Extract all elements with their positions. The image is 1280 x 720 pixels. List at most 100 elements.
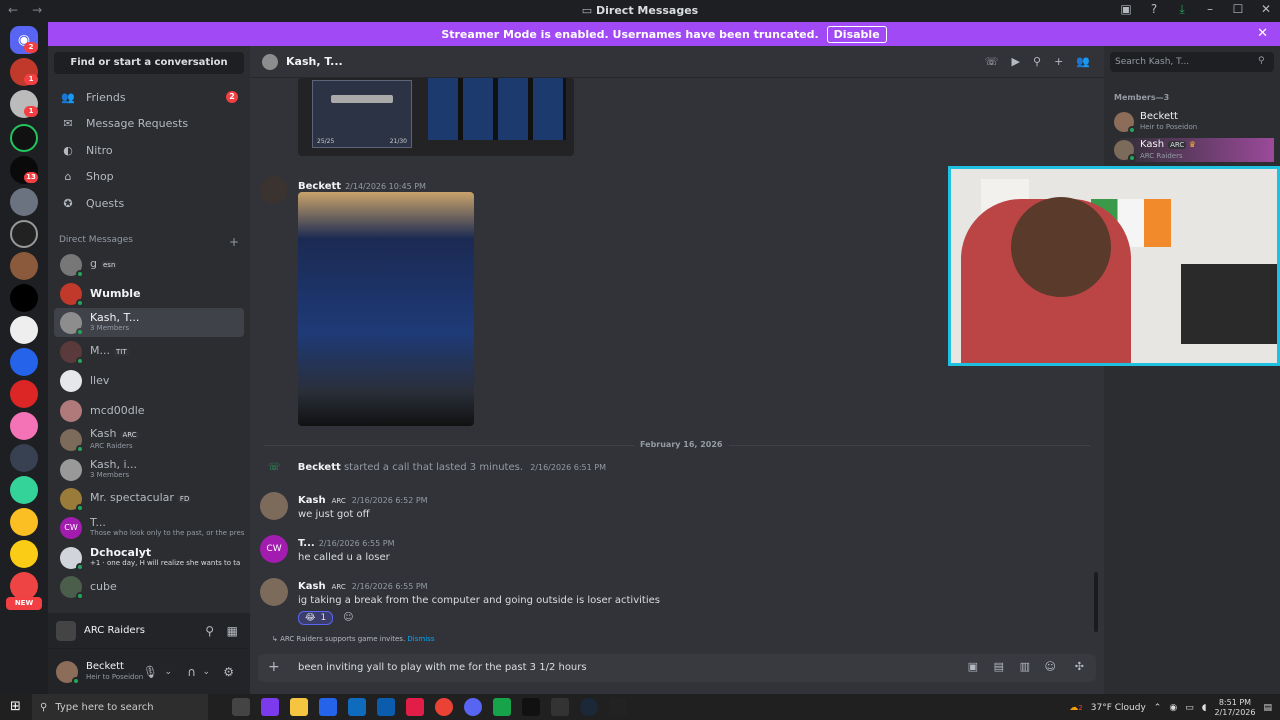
member-item[interactable]: Beckett Heir to Poseidon — [1112, 110, 1274, 134]
server-icon[interactable] — [10, 316, 38, 344]
avatar[interactable] — [260, 176, 288, 204]
dm-item[interactable]: CW T... Those who look only to the past, … — [54, 513, 244, 542]
chrome-icon[interactable] — [435, 698, 453, 716]
message-author[interactable]: Kash — [298, 495, 326, 506]
search-input[interactable]: Search Kash, T... — [1110, 52, 1274, 72]
tray-icon[interactable]: ◉ — [1169, 703, 1177, 713]
server-icon[interactable] — [10, 188, 38, 216]
reaction[interactable]: 😂 1 — [298, 611, 334, 625]
member-item[interactable]: Kash ARC ♛ ARC Raiders — [1112, 138, 1274, 162]
gif-icon[interactable]: ▤ — [994, 660, 1004, 673]
avatar[interactable] — [260, 492, 288, 520]
chevron-down-icon[interactable]: ⌄ — [202, 667, 210, 677]
dm-item[interactable]: Mr. spectacular FD — [54, 484, 244, 513]
music-icon[interactable] — [406, 698, 424, 716]
dismiss-link[interactable]: Dismiss — [407, 635, 434, 643]
message-author[interactable]: Kash — [298, 581, 326, 592]
sticker-icon[interactable]: ▥ — [1020, 660, 1030, 673]
help-icon[interactable]: ? — [1146, 2, 1162, 17]
nav-message-requests[interactable]: ✉ Message Requests — [56, 110, 246, 136]
outlook-icon[interactable] — [348, 698, 366, 716]
find-conversation-button[interactable]: Find or start a conversation — [54, 52, 244, 74]
dm-item[interactable]: Kash, i... 3 Members — [54, 455, 244, 484]
call-author[interactable]: Beckett — [298, 462, 341, 473]
message-composer[interactable]: + been inviting yall to play with me for… — [258, 654, 1096, 682]
app-icon[interactable] — [493, 698, 511, 716]
activity-bar[interactable]: ARC Raiders ⚲ ▦ — [48, 613, 250, 649]
server-icon[interactable] — [10, 124, 38, 152]
server-icon[interactable] — [10, 444, 38, 472]
microphone-icon[interactable]: 🎙 — [143, 665, 158, 679]
video-icon[interactable]: ▶ — [1012, 55, 1020, 68]
user-avatar[interactable] — [56, 660, 80, 685]
nav-shop[interactable]: ⌂ Shop — [56, 163, 246, 189]
close-window-button[interactable]: ✕ — [1258, 2, 1274, 17]
nav-friends[interactable]: 👥 Friends 2 — [56, 84, 246, 110]
tray-chevron-icon[interactable]: ⌃ — [1154, 703, 1162, 713]
server-icon[interactable] — [10, 380, 38, 408]
clock[interactable]: 8:51 PM 2/17/2026 — [1214, 698, 1255, 718]
server-icon[interactable] — [10, 412, 38, 440]
server-icon[interactable] — [10, 508, 38, 536]
avatar[interactable] — [260, 578, 288, 606]
dm-item[interactable]: cube — [54, 572, 244, 601]
invite-icon[interactable]: ▦ — [227, 624, 238, 638]
taskbar-search[interactable]: ⚲ Type here to search — [32, 694, 208, 720]
dm-item[interactable]: llev — [54, 366, 244, 395]
server-icon[interactable] — [10, 476, 38, 504]
task-view-icon[interactable] — [232, 698, 250, 716]
gift-icon[interactable]: ▣ — [968, 660, 978, 673]
close-banner-icon[interactable]: ✕ — [1257, 26, 1268, 41]
file-explorer-icon[interactable] — [290, 698, 308, 716]
server-icon[interactable] — [10, 284, 38, 312]
attachment-photo[interactable] — [298, 192, 474, 426]
add-member-icon[interactable]: + — [1054, 55, 1063, 68]
dm-item[interactable]: Wumble — [54, 279, 244, 308]
minimize-button[interactable]: – — [1202, 2, 1218, 17]
attachment-image[interactable]: 25/25 21/30 — [298, 78, 574, 156]
headphones-icon[interactable]: ∩ — [187, 665, 196, 679]
screen-share-icon[interactable]: ▣ — [1118, 2, 1134, 17]
message-author[interactable]: T... — [298, 538, 315, 549]
add-friend-icon[interactable]: ⚲ — [205, 624, 214, 638]
create-dm-icon[interactable]: + — [229, 235, 239, 249]
dm-item[interactable]: g esn — [54, 250, 244, 279]
dm-item[interactable]: mcd00dle — [54, 396, 244, 425]
apps-icon[interactable]: ✣ — [1075, 660, 1084, 673]
discord-taskbar-icon[interactable] — [464, 698, 482, 716]
maximize-button[interactable]: ☐ — [1230, 2, 1246, 17]
windows-start-icon[interactable]: ⊞ — [10, 699, 21, 714]
app-icon[interactable] — [522, 698, 540, 716]
download-icon[interactable]: ⤓ — [1174, 2, 1190, 17]
message-author[interactable]: Beckett — [298, 181, 341, 192]
news-icon[interactable] — [377, 698, 395, 716]
copilot-icon[interactable] — [261, 698, 279, 716]
server-icon[interactable] — [10, 540, 38, 568]
attach-plus-icon[interactable]: + — [268, 659, 280, 675]
scrollbar[interactable] — [1094, 572, 1098, 632]
avatar[interactable]: CW — [260, 535, 288, 563]
weather-icon[interactable]: ☁ — [1069, 703, 1078, 713]
steam-icon[interactable] — [580, 698, 598, 716]
dm-item[interactable]: M... TIT — [54, 337, 244, 366]
call-icon[interactable]: ☏ — [985, 55, 999, 68]
pin-icon[interactable]: ⚲ — [1033, 55, 1041, 68]
members-icon[interactable]: 👥 — [1076, 55, 1090, 68]
emoji-icon[interactable]: ☺ — [1045, 660, 1056, 673]
volume-icon[interactable]: ◖ — [1202, 703, 1207, 713]
server-icon[interactable] — [10, 572, 38, 600]
chevron-down-icon[interactable]: ⌄ — [164, 667, 172, 677]
message-input[interactable]: been inviting yall to play with me for t… — [298, 662, 587, 673]
server-icon[interactable] — [10, 348, 38, 376]
disable-button[interactable]: Disable — [826, 25, 887, 43]
server-icon[interactable] — [10, 252, 38, 280]
notifications-icon[interactable]: ▤ — [1263, 703, 1272, 713]
settings-icon[interactable]: ⚙ — [223, 665, 234, 679]
nav-nitro[interactable]: ◐ Nitro — [56, 137, 246, 163]
app-icon[interactable] — [609, 698, 627, 716]
server-icon[interactable] — [10, 220, 38, 248]
network-icon[interactable]: ▭ — [1185, 703, 1194, 713]
dm-item-selected[interactable]: Kash, T... 3 Members — [54, 308, 244, 337]
app-icon[interactable] — [551, 698, 569, 716]
weather-text[interactable]: 37°F Cloudy — [1091, 703, 1146, 713]
